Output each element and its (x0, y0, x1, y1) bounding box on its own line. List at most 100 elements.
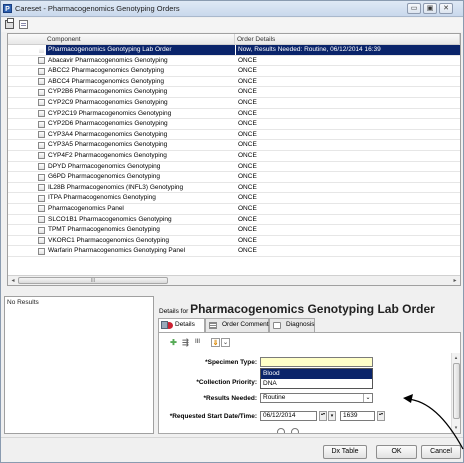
row-checkbox[interactable] (38, 78, 45, 86)
table-row[interactable]: Pharmacogenomics Genotyping Lab Order Now… (8, 45, 460, 56)
row-checkbox[interactable] (38, 226, 45, 234)
minimize-button[interactable]: ▭ (407, 3, 421, 14)
diagnosis-tab-icon (273, 322, 281, 329)
chart-icon[interactable]: lll (193, 338, 202, 347)
table-row[interactable]: CYP4F2 Pharmacogenomics Genotyping ONCE (8, 151, 460, 162)
tab-details[interactable]: Details (158, 318, 205, 333)
order-details-cell: ONCE (238, 88, 257, 96)
component-cell: CYP3A5 Pharmacogenomics Genotyping (48, 141, 168, 149)
radio-option[interactable] (291, 428, 299, 433)
row-checkbox[interactable] (38, 216, 45, 223)
row-checkbox[interactable] (38, 205, 45, 213)
row-checkbox[interactable] (38, 57, 45, 65)
horizontal-scrollbar[interactable]: ◂ III ▸ (8, 275, 460, 285)
row-checkbox[interactable] (38, 120, 45, 128)
component-cell: Warfarin Pharmacogenomics Genotyping Pan… (48, 247, 186, 255)
component-cell: CYP4F2 Pharmacogenomics Genotyping (48, 151, 167, 159)
table-row[interactable]: CYP3A4 Pharmacogenomics Genotyping ONCE (8, 130, 460, 141)
maximize-button[interactable]: ▣ (423, 3, 437, 14)
row-checkbox[interactable] (38, 152, 45, 160)
row-checkbox[interactable] (38, 88, 45, 96)
row-checkbox[interactable] (38, 194, 45, 202)
tab-order-comments[interactable]: Order Comments (205, 318, 272, 332)
row-checkbox[interactable] (38, 173, 45, 181)
component-cell: CYP2C19 Pharmacogenomics Genotyping (48, 109, 172, 117)
table-row[interactable]: DPYD Pharmacogenomics Genotyping ONCE (8, 162, 460, 173)
results-needed-select[interactable]: Routine ⌄ (260, 393, 373, 403)
order-details-cell: ONCE (238, 77, 257, 85)
table-row[interactable]: CYP2D6 Pharmacogenomics Genotyping ONCE (8, 119, 460, 130)
table-row[interactable]: ABCC4 Pharmacogenomics Genotyping ONCE (8, 77, 460, 88)
component-cell: DPYD Pharmacogenomics Genotyping (48, 162, 161, 170)
printer-icon[interactable] (5, 18, 14, 29)
table-row[interactable]: IL28B Pharmacogenomics (INFL3) Genotypin… (8, 183, 460, 194)
row-checkbox[interactable] (38, 46, 45, 54)
table-row[interactable]: CYP3A5 Pharmacogenomics Genotyping ONCE (8, 140, 460, 151)
annotation-arrow (403, 394, 464, 450)
tab-details-label: Details (175, 321, 195, 328)
order-details-cell: ONCE (238, 204, 257, 212)
chevron-down-icon[interactable]: ⌄ (221, 338, 230, 347)
specimen-option-dna[interactable]: DNA (261, 379, 372, 389)
scroll-up-icon[interactable]: ▴ (452, 354, 460, 362)
radio-option[interactable] (277, 428, 285, 433)
add-icon[interactable]: ✚ (169, 338, 178, 347)
table-row[interactable]: VKORC1 Pharmacogenomics Genotyping ONCE (8, 236, 460, 247)
scroll-left-icon[interactable]: ◂ (9, 277, 17, 285)
scroll-thumb[interactable]: III (18, 277, 168, 284)
document-icon[interactable] (19, 20, 28, 29)
component-grid: Component Order Details Pharmacogenomics… (7, 33, 461, 286)
table-row[interactable]: Abacavir Pharmacogenomics Genotyping ONCE (8, 56, 460, 67)
table-row[interactable]: TPMT Pharmacogenomics Genotyping ONCE (8, 225, 460, 236)
grid-rows: Pharmacogenomics Genotyping Lab Order Now… (8, 45, 460, 257)
component-cell: TPMT Pharmacogenomics Genotyping (48, 226, 160, 234)
order-details-cell: ONCE (238, 98, 257, 106)
window-title: Careset - Pharmacogenomics Genotyping Or… (15, 4, 180, 13)
column-header-component[interactable]: Component (45, 34, 235, 45)
table-row[interactable]: Warfarin Pharmacogenomics Genotyping Pan… (8, 246, 460, 257)
sort-down-icon[interactable]: ⇓ (211, 338, 220, 347)
table-row[interactable]: ABCC2 Pharmacogenomics Genotyping ONCE (8, 66, 460, 77)
row-checkbox[interactable] (38, 141, 45, 149)
calendar-dropdown-icon[interactable]: ▾ (328, 411, 336, 421)
scroll-right-icon[interactable]: ▸ (451, 277, 459, 285)
table-row[interactable]: CYP2B6 Pharmacogenomics Genotyping ONCE (8, 87, 460, 98)
table-row[interactable]: CYP2C9 Pharmacogenomics Genotyping ONCE (8, 98, 460, 109)
date-spinner[interactable]: ▴▾ (319, 411, 327, 421)
row-checkbox[interactable] (38, 99, 45, 107)
order-details-cell: ONCE (238, 130, 257, 138)
tab-diagnosis[interactable]: Diagnosis (269, 318, 315, 332)
column-header-order-details[interactable]: Order Details (235, 34, 460, 45)
specimen-option-blood[interactable]: Blood (261, 369, 372, 379)
table-row[interactable]: SLCO1B1 Pharmacogenomics Genotyping ONCE (8, 215, 460, 226)
title-bar: P Careset - Pharmacogenomics Genotyping … (1, 1, 463, 17)
start-date-field[interactable]: 06/12/2014 (260, 411, 317, 421)
component-cell: CYP2C9 Pharmacogenomics Genotyping (48, 98, 168, 106)
row-checkbox[interactable] (38, 131, 45, 139)
row-checkbox[interactable] (38, 237, 45, 245)
table-row[interactable]: ITPA Pharmacogenomics Genotyping ONCE (8, 193, 460, 204)
close-button[interactable]: ✕ (439, 3, 453, 14)
tab-order-comments-label: Order Comments (222, 321, 272, 328)
component-cell: Pharmacogenomics Panel (48, 204, 124, 212)
order-details-cell: ONCE (238, 226, 257, 234)
order-details-cell: ONCE (238, 109, 257, 117)
row-checkbox[interactable] (38, 247, 45, 255)
table-row[interactable]: G6PD Pharmacogenomics Genotyping ONCE (8, 172, 460, 183)
table-row[interactable]: Pharmacogenomics Panel ONCE (8, 204, 460, 215)
requested-start-label: *Requested Start Date/Time: (169, 413, 257, 420)
table-row[interactable]: CYP2C19 Pharmacogenomics Genotyping ONCE (8, 109, 460, 120)
dx-table-button[interactable]: Dx Table (323, 445, 367, 459)
component-cell: IL28B Pharmacogenomics (INFL3) Genotypin… (48, 183, 184, 191)
annotation-arrow-head (403, 394, 413, 403)
row-checkbox[interactable] (38, 67, 45, 75)
row-checkbox[interactable] (38, 163, 45, 171)
order-details-cell: ONCE (238, 141, 257, 149)
merge-icon[interactable]: ⇶ (181, 338, 190, 347)
details-order-title: Pharmacogenomics Genotyping Lab Order (190, 302, 435, 316)
row-checkbox[interactable] (38, 110, 45, 118)
results-needed-value: Routine (263, 394, 286, 401)
row-checkbox[interactable] (38, 184, 45, 192)
specimen-type-select[interactable]: ⌄ (260, 357, 373, 367)
component-cell: CYP2D6 Pharmacogenomics Genotyping (48, 120, 168, 128)
